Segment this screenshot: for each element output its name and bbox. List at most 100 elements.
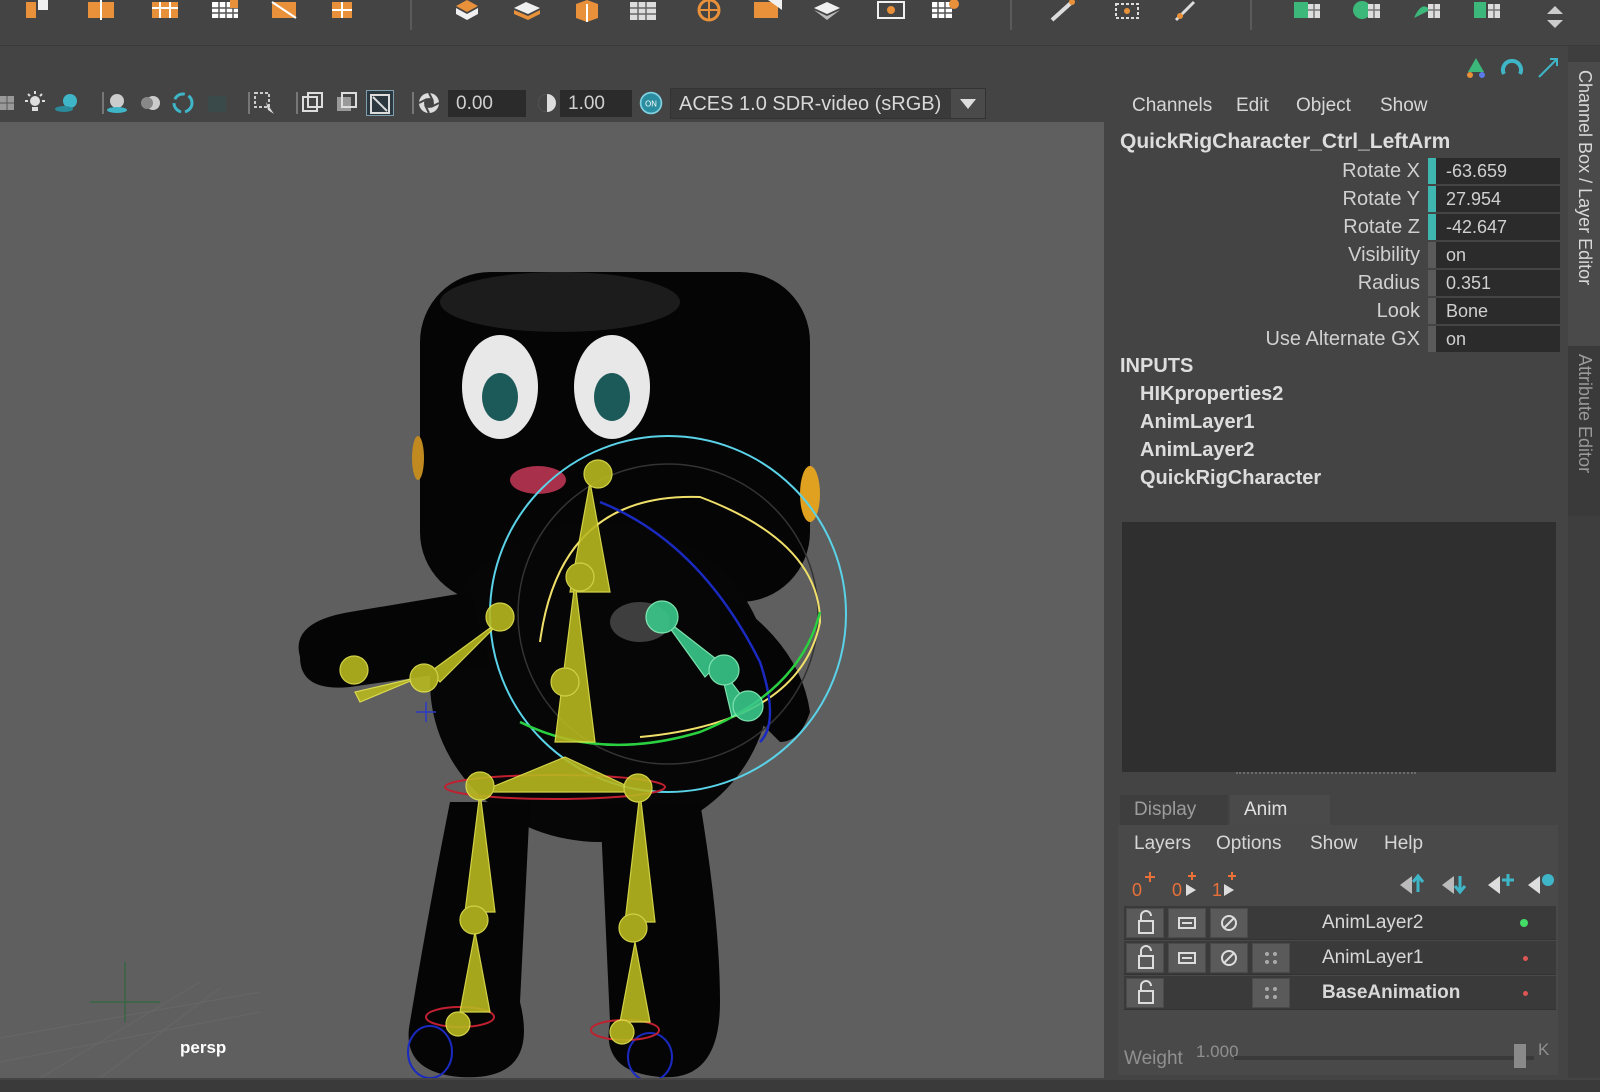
layer-lock-icon[interactable] bbox=[1126, 978, 1164, 1008]
channel-value[interactable]: -42.647 bbox=[1428, 214, 1560, 240]
tab-attribute-editor[interactable]: Attribute Editor bbox=[1568, 346, 1600, 516]
layer-override-icon[interactable] bbox=[1252, 978, 1290, 1008]
tab-channel-box-layer-editor[interactable]: Channel Box / Layer Editor bbox=[1568, 62, 1600, 346]
layer-name[interactable]: AnimLayer1 bbox=[1322, 941, 1423, 975]
uv-green-icon-2[interactable] bbox=[1352, 0, 1382, 22]
color-space-dropdown[interactable]: ACES 1.0 SDR-video (sRGB) bbox=[670, 88, 986, 119]
menu-channels[interactable]: Channels bbox=[1132, 95, 1212, 117]
layer-solo-icon[interactable] bbox=[1168, 943, 1206, 973]
poly-sphere-grid-icon[interactable] bbox=[628, 0, 658, 22]
layer-mute-icon[interactable] bbox=[1210, 943, 1248, 973]
object-name[interactable]: QuickRigCharacter_Ctrl_LeftArm bbox=[1120, 130, 1450, 154]
channel-row-visibility[interactable]: Visibility on bbox=[1108, 242, 1560, 268]
xray-joints-icon[interactable] bbox=[334, 90, 360, 116]
poly-bevel-icon[interactable] bbox=[270, 0, 300, 22]
new-layer-icon[interactable] bbox=[1484, 870, 1518, 900]
poly-grid-icon[interactable] bbox=[210, 0, 240, 22]
layer-lock-icon[interactable] bbox=[1126, 908, 1164, 938]
menu-help[interactable]: Help bbox=[1384, 833, 1423, 855]
poly-split-icon[interactable] bbox=[86, 0, 116, 22]
channel-row-rotate-x[interactable]: Rotate X -63.659 bbox=[1108, 158, 1560, 184]
menu-options[interactable]: Options bbox=[1216, 833, 1281, 855]
poly-cube-icon[interactable] bbox=[22, 0, 52, 22]
move-layer-down-icon[interactable] bbox=[1438, 870, 1472, 900]
poly-grid2-icon[interactable] bbox=[930, 0, 960, 22]
zero-key-layer-icon[interactable]: 0 bbox=[1130, 870, 1164, 900]
poly-wedge-icon[interactable] bbox=[752, 0, 782, 22]
input-node[interactable]: AnimLayer2 bbox=[1140, 439, 1255, 462]
layer-name[interactable]: BaseAnimation bbox=[1322, 976, 1460, 1010]
poly-cut-icon[interactable] bbox=[330, 0, 360, 22]
tab-anim[interactable]: Anim bbox=[1230, 795, 1330, 825]
poly-fold-icon[interactable] bbox=[512, 0, 542, 22]
exposure-aperture-icon[interactable] bbox=[416, 90, 442, 116]
3d-viewport-canvas[interactable] bbox=[0, 122, 1104, 1082]
target-weld-icon[interactable] bbox=[1172, 0, 1202, 22]
depth-of-field-icon[interactable] bbox=[204, 90, 230, 116]
channel-label[interactable]: Use Alternate GX bbox=[1265, 326, 1420, 352]
channel-value[interactable]: 27.954 bbox=[1428, 186, 1560, 212]
channel-label[interactable]: Radius bbox=[1358, 270, 1420, 296]
poly-frame-icon[interactable] bbox=[876, 0, 906, 22]
poly-flat-icon[interactable] bbox=[812, 0, 842, 22]
weight-slider-track[interactable] bbox=[1234, 1056, 1534, 1060]
channel-value[interactable]: on bbox=[1428, 242, 1560, 268]
uv-green-icon-4[interactable] bbox=[1472, 0, 1502, 22]
channel-value[interactable]: Bone bbox=[1428, 298, 1560, 324]
gamma-icon[interactable] bbox=[534, 90, 560, 116]
channel-row-use-alternate-gx[interactable]: Use Alternate GX on bbox=[1108, 326, 1560, 352]
ambient-occlusion-icon[interactable] bbox=[104, 90, 130, 116]
shadows-icon[interactable] bbox=[54, 90, 80, 116]
xray-active-components-icon[interactable] bbox=[366, 90, 394, 116]
channel-label[interactable]: Rotate Z bbox=[1343, 214, 1420, 240]
layer-lock-icon[interactable] bbox=[1126, 943, 1164, 973]
channel-label[interactable]: Rotate Y bbox=[1343, 186, 1420, 212]
panel-splitter[interactable] bbox=[1236, 772, 1416, 776]
layer-row-animlayer2[interactable]: AnimLayer2 bbox=[1124, 906, 1556, 940]
layer-name[interactable]: AnimLayer2 bbox=[1322, 906, 1423, 940]
channel-slider-icon[interactable] bbox=[1536, 56, 1560, 80]
full-key-layer-icon[interactable]: 1 bbox=[1210, 870, 1244, 900]
layer-row-baseanimation[interactable]: BaseAnimation bbox=[1124, 976, 1556, 1010]
zero-key-weight-icon[interactable]: 0 bbox=[1170, 870, 1204, 900]
channel-value[interactable]: -63.659 bbox=[1428, 158, 1560, 184]
new-layer-selected-icon[interactable] bbox=[1524, 870, 1558, 900]
shelf-scroll-arrows-icon[interactable] bbox=[1540, 6, 1564, 28]
anti-alias-icon[interactable] bbox=[170, 90, 196, 116]
layer-mute-icon[interactable] bbox=[1210, 908, 1248, 938]
poly-box-icon[interactable] bbox=[452, 0, 482, 22]
xray-icon[interactable] bbox=[300, 90, 326, 116]
channel-sync-icon[interactable] bbox=[1500, 56, 1524, 80]
menu-edit[interactable]: Edit bbox=[1236, 95, 1269, 117]
layer-row-animlayer1[interactable]: AnimLayer1 bbox=[1124, 941, 1556, 975]
layer-override-icon[interactable] bbox=[1252, 943, 1290, 973]
layer-solo-icon[interactable] bbox=[1168, 908, 1206, 938]
channel-row-look[interactable]: Look Bone bbox=[1108, 298, 1560, 324]
channel-label[interactable]: Rotate X bbox=[1342, 158, 1420, 184]
input-node[interactable]: AnimLayer1 bbox=[1140, 411, 1255, 434]
channel-value[interactable]: 0.351 bbox=[1428, 270, 1560, 296]
input-node[interactable]: QuickRigCharacter bbox=[1140, 467, 1321, 490]
isolate-select-icon[interactable] bbox=[252, 90, 278, 116]
inputs-title[interactable]: INPUTS bbox=[1120, 355, 1193, 378]
weight-key-button[interactable]: K bbox=[1538, 1040, 1549, 1060]
menu-show[interactable]: Show bbox=[1380, 95, 1428, 117]
channel-row-radius[interactable]: Radius 0.351 bbox=[1108, 270, 1560, 296]
channel-row-rotate-z[interactable]: Rotate Z -42.647 bbox=[1108, 214, 1560, 240]
channel-label[interactable]: Visibility bbox=[1348, 242, 1420, 268]
menu-show-layers[interactable]: Show bbox=[1310, 833, 1358, 855]
menu-object[interactable]: Object bbox=[1296, 95, 1351, 117]
channel-value[interactable]: on bbox=[1428, 326, 1560, 352]
sculpt-pencil-icon[interactable] bbox=[1048, 0, 1078, 22]
channel-label[interactable]: Look bbox=[1377, 298, 1420, 324]
light-bulb-icon[interactable] bbox=[22, 90, 48, 116]
dropdown-arrow-icon[interactable] bbox=[951, 89, 985, 118]
channel-row-rotate-y[interactable]: Rotate Y 27.954 bbox=[1108, 186, 1560, 212]
poly-wheel-icon[interactable] bbox=[694, 0, 724, 22]
poly-extrude-icon[interactable] bbox=[150, 0, 180, 22]
exposure-field[interactable]: 0.00 bbox=[448, 90, 526, 117]
uv-green-icon-1[interactable] bbox=[1292, 0, 1322, 22]
uv-green-icon-3[interactable] bbox=[1412, 0, 1442, 22]
motion-blur-icon[interactable] bbox=[138, 90, 164, 116]
multicut-icon[interactable] bbox=[1112, 0, 1142, 22]
